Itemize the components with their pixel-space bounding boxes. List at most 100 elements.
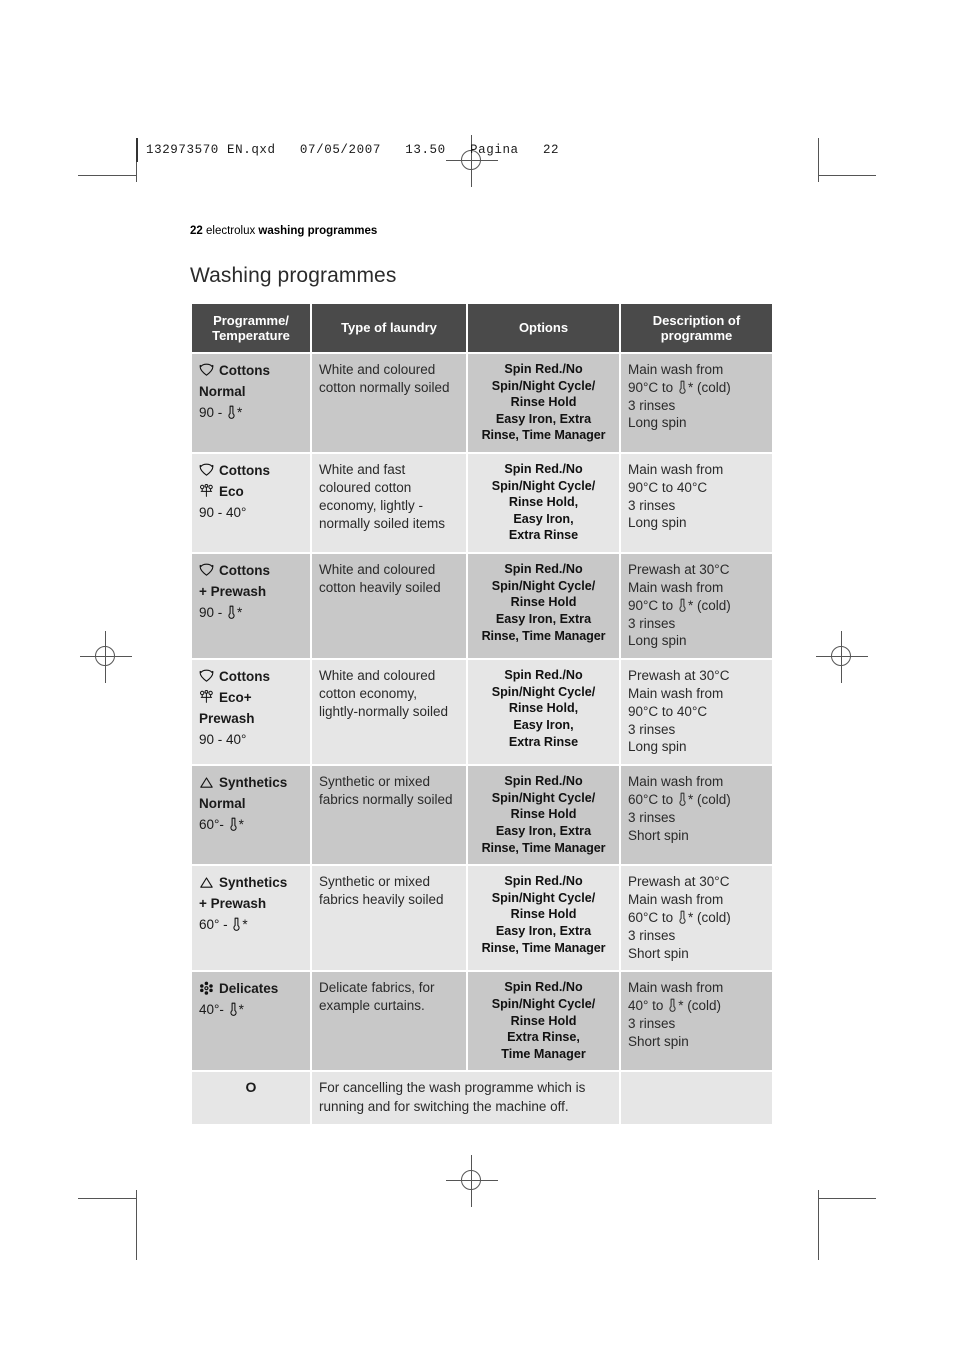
table-body: Cottons Normal 90 - * White and coloured… [192,354,772,1124]
description-line: 3 rinses [628,721,676,737]
option-line: Rinse Hold, [508,701,579,716]
cell-description: Prewash at 30°C Main wash from 90°C to 4… [621,660,772,765]
temperature-suffix: * [242,917,248,933]
programme-variant: Normal [199,383,246,399]
column-header-options: Options [468,304,619,352]
programme-temperature: 90 - * [199,603,303,624]
option-line: Easy Iron, Extra [495,411,592,426]
cotton-boll-icon [199,363,214,377]
header-line-1: Programme/ [213,312,289,328]
programme-variant: Normal [199,796,246,812]
programme-variant-row: Eco+ [199,688,303,709]
cell-programme-temperature: Cottons Normal 90 - * [192,354,310,453]
option-line: Spin Red./No [504,362,583,376]
temperature-range: 40°- [199,1002,228,1018]
cell-type-of-laundry: White and coloured cotton normally soile… [312,354,466,453]
trim-line-bottom-right [818,1198,876,1199]
off-empty-cell [621,1072,772,1124]
cell-description: Main wash from 40° to * (cold) 3 rinses … [621,972,772,1071]
trim-line-top-right [818,175,876,176]
table-row: Cottons + Prewash 90 - * White and colou… [192,554,772,659]
cotton-boll-icon [199,463,214,477]
programme-name-row: Cottons [199,667,303,688]
thermometer-cold-icon [232,917,241,932]
trim-line-right-vertical-bottom [818,1190,819,1260]
triangle-synthetics-icon [199,776,214,789]
trim-line-right-vertical [818,138,819,182]
option-line: Extra Rinse [508,734,579,749]
cell-type-of-laundry: Synthetic or mixed fabrics normally soil… [312,766,466,865]
option-line: Time Manager [501,1046,586,1061]
programme-name-row: Delicates [199,979,303,1000]
option-line: Easy Iron, Extra [495,824,592,839]
cell-type-of-laundry: Synthetic or mixed fabrics heavily soile… [312,866,466,971]
cell-options: Spin Red./No Spin/Night Cycle/ Rinse Hol… [468,766,619,865]
description-line: 3 rinses [628,1015,676,1031]
option-line: Rinse Hold, [508,495,579,510]
description-line: 3 rinses [628,497,676,513]
print-slug-bar: 132973570 EN.qxd 07/05/2007 13.50 Pagina… [136,138,559,162]
option-line: Spin/Night Cycle/ [491,578,596,593]
table-row: Cottons Normal 90 - * White and coloured… [192,354,772,453]
option-line: Spin/Night Cycle/ [491,790,596,805]
description-line: 3 rinses [628,615,676,631]
description-temp-suffix: * (cold) [687,909,731,925]
option-line: Easy Iron, [513,717,574,732]
temperature-range: 60°- [199,817,228,833]
option-line: Extra Rinse [508,528,579,543]
table-header-row: Programme/ Temperature Type of laundry O… [192,304,772,352]
description-temp-prefix: 60°C to [628,792,677,808]
table-row: Cottons Eco+ Prewash 90 - 40° White and … [192,660,772,765]
programme-temperature: 60°- * [199,815,303,836]
cell-options: Spin Red./No Spin/Night Cycle/ Rinse Hol… [468,660,619,765]
thermometer-cold-icon [678,792,687,807]
option-line: Extra Rinse, [507,1030,580,1045]
description-line: Main wash from [628,980,724,996]
thermometer-cold-icon [229,817,238,832]
table-row: Cottons Eco 90 - 40° White and fast colo… [192,454,772,553]
thermometer-cold-icon [678,598,687,613]
thermometer-cold-icon [229,1002,238,1017]
programme-name: Cottons [219,363,270,378]
off-description: For cancelling the wash programme which … [312,1072,619,1124]
programme-name-row: Cottons [199,461,303,482]
registration-mark-bottom [446,1155,498,1207]
option-line: Rinse, Time Manager [481,428,606,443]
thermometer-cold-icon [227,405,236,420]
thermometer-cold-icon [668,998,677,1013]
table-row: Synthetics Normal 60°- * Synthetic or mi… [192,766,772,865]
cell-programme-temperature: Synthetics + Prewash 60° - * [192,866,310,971]
table-row: Delicates 40°- * Delicate fabrics, for e… [192,972,772,1071]
description-temp-prefix: 40° to [628,998,668,1014]
description-temp-prefix: 90°C to [628,379,677,395]
description-line: Long spin [628,739,687,755]
description-line: 3 rinses [628,809,676,825]
option-line: Rinse Hold [510,1013,577,1028]
option-line: Spin/Night Cycle/ [491,378,596,393]
description-line-temperature: 90°C to * (cold) [628,597,765,615]
cell-description: Main wash from 90°C to 40°C 3 rinses Lon… [621,454,772,553]
trim-line-bottom-left [78,1198,136,1199]
description-temp-prefix: 60°C to [628,909,677,925]
description-line-temperature: 40° to * (cold) [628,997,765,1015]
programme-variant: + Prewash [199,584,267,600]
description-temp-suffix: * (cold) [687,792,731,808]
cell-type-of-laundry: Delicate fabrics, for example curtains. [312,972,466,1071]
description-line-temperature: 60°C to * (cold) [628,909,765,927]
print-slug-text: 132973570 EN.qxd 07/05/2007 13.50 Pagina… [146,143,560,157]
cell-options: Spin Red./No Spin/Night Cycle/ Rinse Hol… [468,866,619,971]
programme-name: Delicates [219,981,279,997]
cotton-boll-icon [199,669,214,683]
temperature-range: 90 - [199,404,227,420]
section-name: washing programmes [258,225,378,237]
option-line: Rinse, Time Manager [481,940,606,955]
description-line: Main wash from [628,892,724,908]
trim-line-left-vertical-bottom [136,1190,137,1260]
description-line: Long spin [628,415,687,431]
cell-programme-temperature: Delicates 40°- * [192,972,310,1071]
programme-name: Cottons [219,463,270,479]
cell-type-of-laundry: White and fast coloured cotton economy, … [312,454,466,553]
programme-name-row: Cottons [199,361,303,382]
description-line: Prewash at 30°C [628,562,730,578]
off-symbol: O [192,1072,310,1124]
